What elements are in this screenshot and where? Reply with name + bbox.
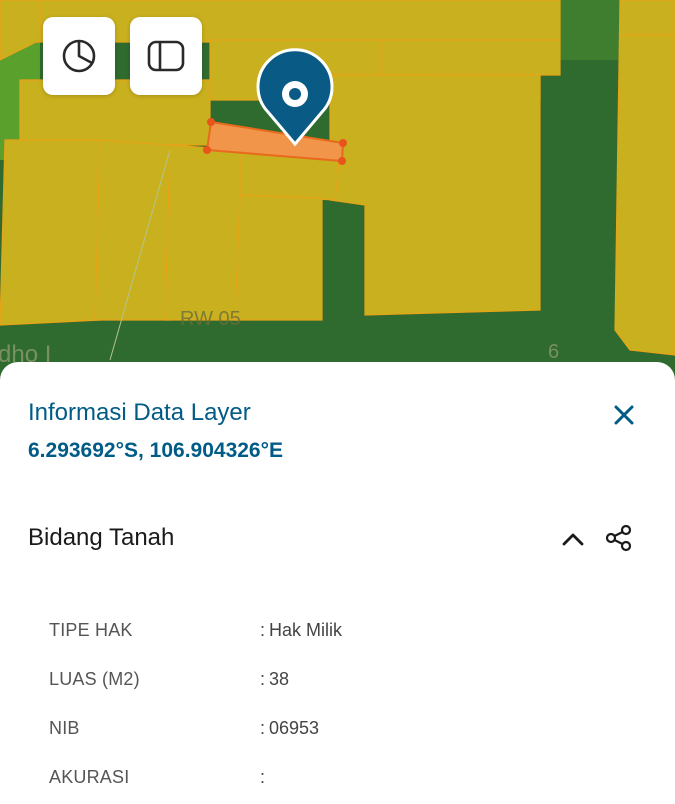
attribute-row-nib: NIB :06953 [49, 718, 649, 744]
attribute-value-text: 06953 [269, 718, 320, 738]
section-title: Bidang Tanah [28, 524, 175, 551]
street-label: 6 [548, 341, 559, 363]
attribute-value: :06953 [260, 718, 320, 738]
sidebar-panel-icon [147, 39, 185, 73]
parcel-vertex[interactable] [207, 118, 215, 126]
parcel-vertex[interactable] [203, 146, 211, 154]
street-label: RW 05 [180, 308, 241, 330]
attribute-value: : Hak Milik [260, 620, 343, 640]
land-parcel [234, 194, 323, 321]
parcel-vertex[interactable] [338, 157, 346, 165]
map-view[interactable]: RW 05 dho I 6 [0, 0, 675, 380]
attribute-value: : [260, 767, 266, 787]
attribute-value: :38 [260, 669, 290, 689]
collapse-button[interactable] [558, 526, 588, 556]
attribute-key: NIB [49, 718, 80, 738]
attribute-key: AKURASI [49, 767, 130, 787]
land-parcel [0, 139, 101, 326]
close-button[interactable] [607, 400, 641, 434]
sheet-title: Informasi Data Layer [28, 399, 251, 426]
green-area [560, 0, 620, 60]
attribute-row-tipe-hak: TIPE HAK : Hak Milik [49, 620, 649, 646]
app-root: RW 05 dho I 6 Informasi Data Layer 6.293… [0, 0, 675, 804]
share-icon [605, 524, 633, 557]
land-parcel [614, 0, 675, 356]
info-bottom-sheet: Informasi Data Layer 6.293692°S, 106.904… [0, 362, 675, 804]
parcel-vertex[interactable] [339, 139, 347, 147]
coordinates-text: 6.293692°S, 106.904326°E [28, 439, 284, 462]
attribute-value-text: 38 [269, 669, 290, 689]
land-parcel [164, 144, 241, 321]
chevron-up-icon [562, 532, 584, 551]
close-icon [613, 404, 635, 431]
attribute-row-luas: LUAS (M2) :38 [49, 669, 649, 695]
attribute-row-akurasi: AKURASI : [49, 767, 649, 793]
pie-chart-icon [61, 38, 97, 74]
land-parcel [94, 139, 171, 321]
share-button[interactable] [603, 524, 635, 556]
attribute-key: TIPE HAK [49, 620, 133, 640]
panel-toggle-button[interactable] [130, 17, 202, 95]
attribute-value-text: Hak Milik [269, 620, 343, 640]
chart-button[interactable] [43, 17, 115, 95]
attribute-key: LUAS (M2) [49, 669, 140, 689]
